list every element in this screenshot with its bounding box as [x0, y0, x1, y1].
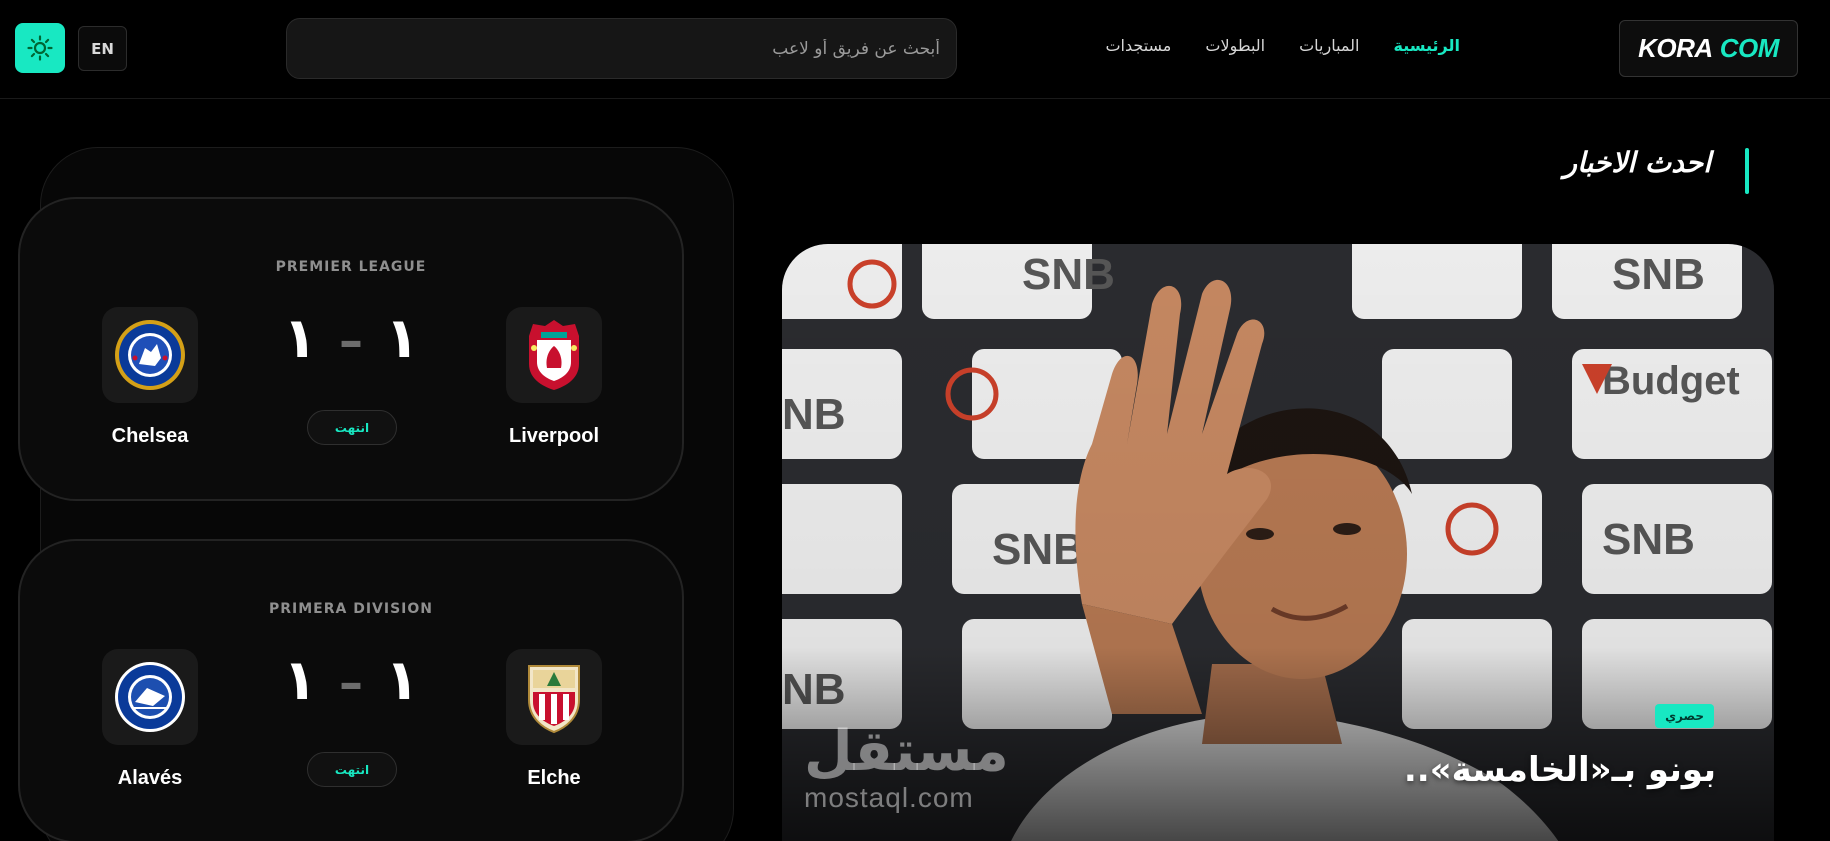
watermark-latin: mostaql.com	[804, 782, 974, 813]
language-button[interactable]: EN	[78, 26, 127, 71]
nav-item-tournaments[interactable]: البطولات	[1205, 36, 1265, 55]
away-score: ١	[282, 306, 317, 371]
watermark-arabic: مستقل	[804, 719, 1009, 784]
search-box[interactable]	[286, 18, 957, 79]
home-team-crest	[506, 649, 602, 745]
match-status: انتهت	[307, 752, 397, 787]
watermark: مستقل mostaql.com	[804, 724, 1009, 814]
liverpool-crest-icon	[529, 320, 579, 390]
league-name: PRIMERA DIVISION	[268, 601, 434, 617]
top-header: EN الرئيسية المباريات البطولات مستجدات K…	[0, 0, 1830, 99]
nav-item-updates[interactable]: مستجدات	[1105, 36, 1171, 55]
away-team-name: Alavés	[117, 767, 183, 789]
main-nav: الرئيسية المباريات البطولات مستجدات	[1105, 36, 1460, 55]
search-input[interactable]	[287, 19, 956, 78]
logo-text-kora: KORA	[1638, 33, 1713, 63]
league-name: PREMIER LEAGUE	[275, 259, 427, 275]
score-separator: –	[339, 655, 363, 711]
score-separator: –	[339, 313, 363, 369]
home-team-crest	[506, 307, 602, 403]
match-card[interactable]: PRIMERA DIVISION Alavés ١–١ انتهت Elche	[18, 539, 684, 841]
logo-text-com: COM	[1719, 33, 1780, 63]
news-headline[interactable]: بونو بـ«الخامسة»..	[1404, 750, 1716, 790]
section-title-accent-bar	[1745, 148, 1749, 194]
theme-toggle-button[interactable]	[15, 23, 65, 73]
sun-icon	[27, 35, 53, 61]
away-score: ١	[282, 648, 317, 713]
site-logo[interactable]: KORA COM	[1619, 20, 1798, 77]
home-score: ١	[385, 306, 420, 371]
home-team-name: Elche	[527, 767, 581, 789]
nav-item-matches[interactable]: المباريات	[1299, 36, 1359, 55]
section-title: احدث الاخبار	[1563, 146, 1711, 179]
exclusive-badge: حصري	[1655, 704, 1714, 728]
featured-news-card[interactable]: SNB SNB NB Budget SNB SNB NB م	[782, 244, 1774, 841]
away-team-name: Chelsea	[111, 425, 189, 447]
home-score: ١	[385, 648, 420, 713]
home-team-name: Liverpool	[508, 425, 599, 447]
nav-item-home[interactable]: الرئيسية	[1394, 36, 1461, 55]
elche-crest-icon	[528, 665, 580, 734]
match-status: انتهت	[307, 410, 397, 445]
match-card[interactable]: PREMIER LEAGUE Chelsea ١–١ انتهت Liverpo…	[18, 197, 684, 501]
